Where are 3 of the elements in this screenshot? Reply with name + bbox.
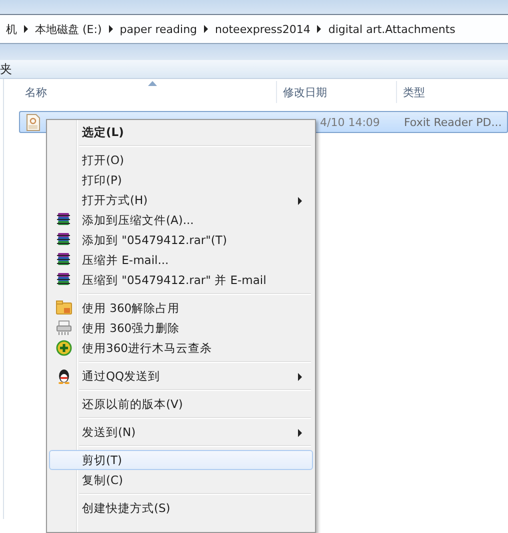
toolbar-label: 夹 (0, 60, 12, 78)
file-date: 4/10 14:09 (319, 116, 381, 128)
file-type: Foxit Reader PD... (403, 116, 502, 128)
